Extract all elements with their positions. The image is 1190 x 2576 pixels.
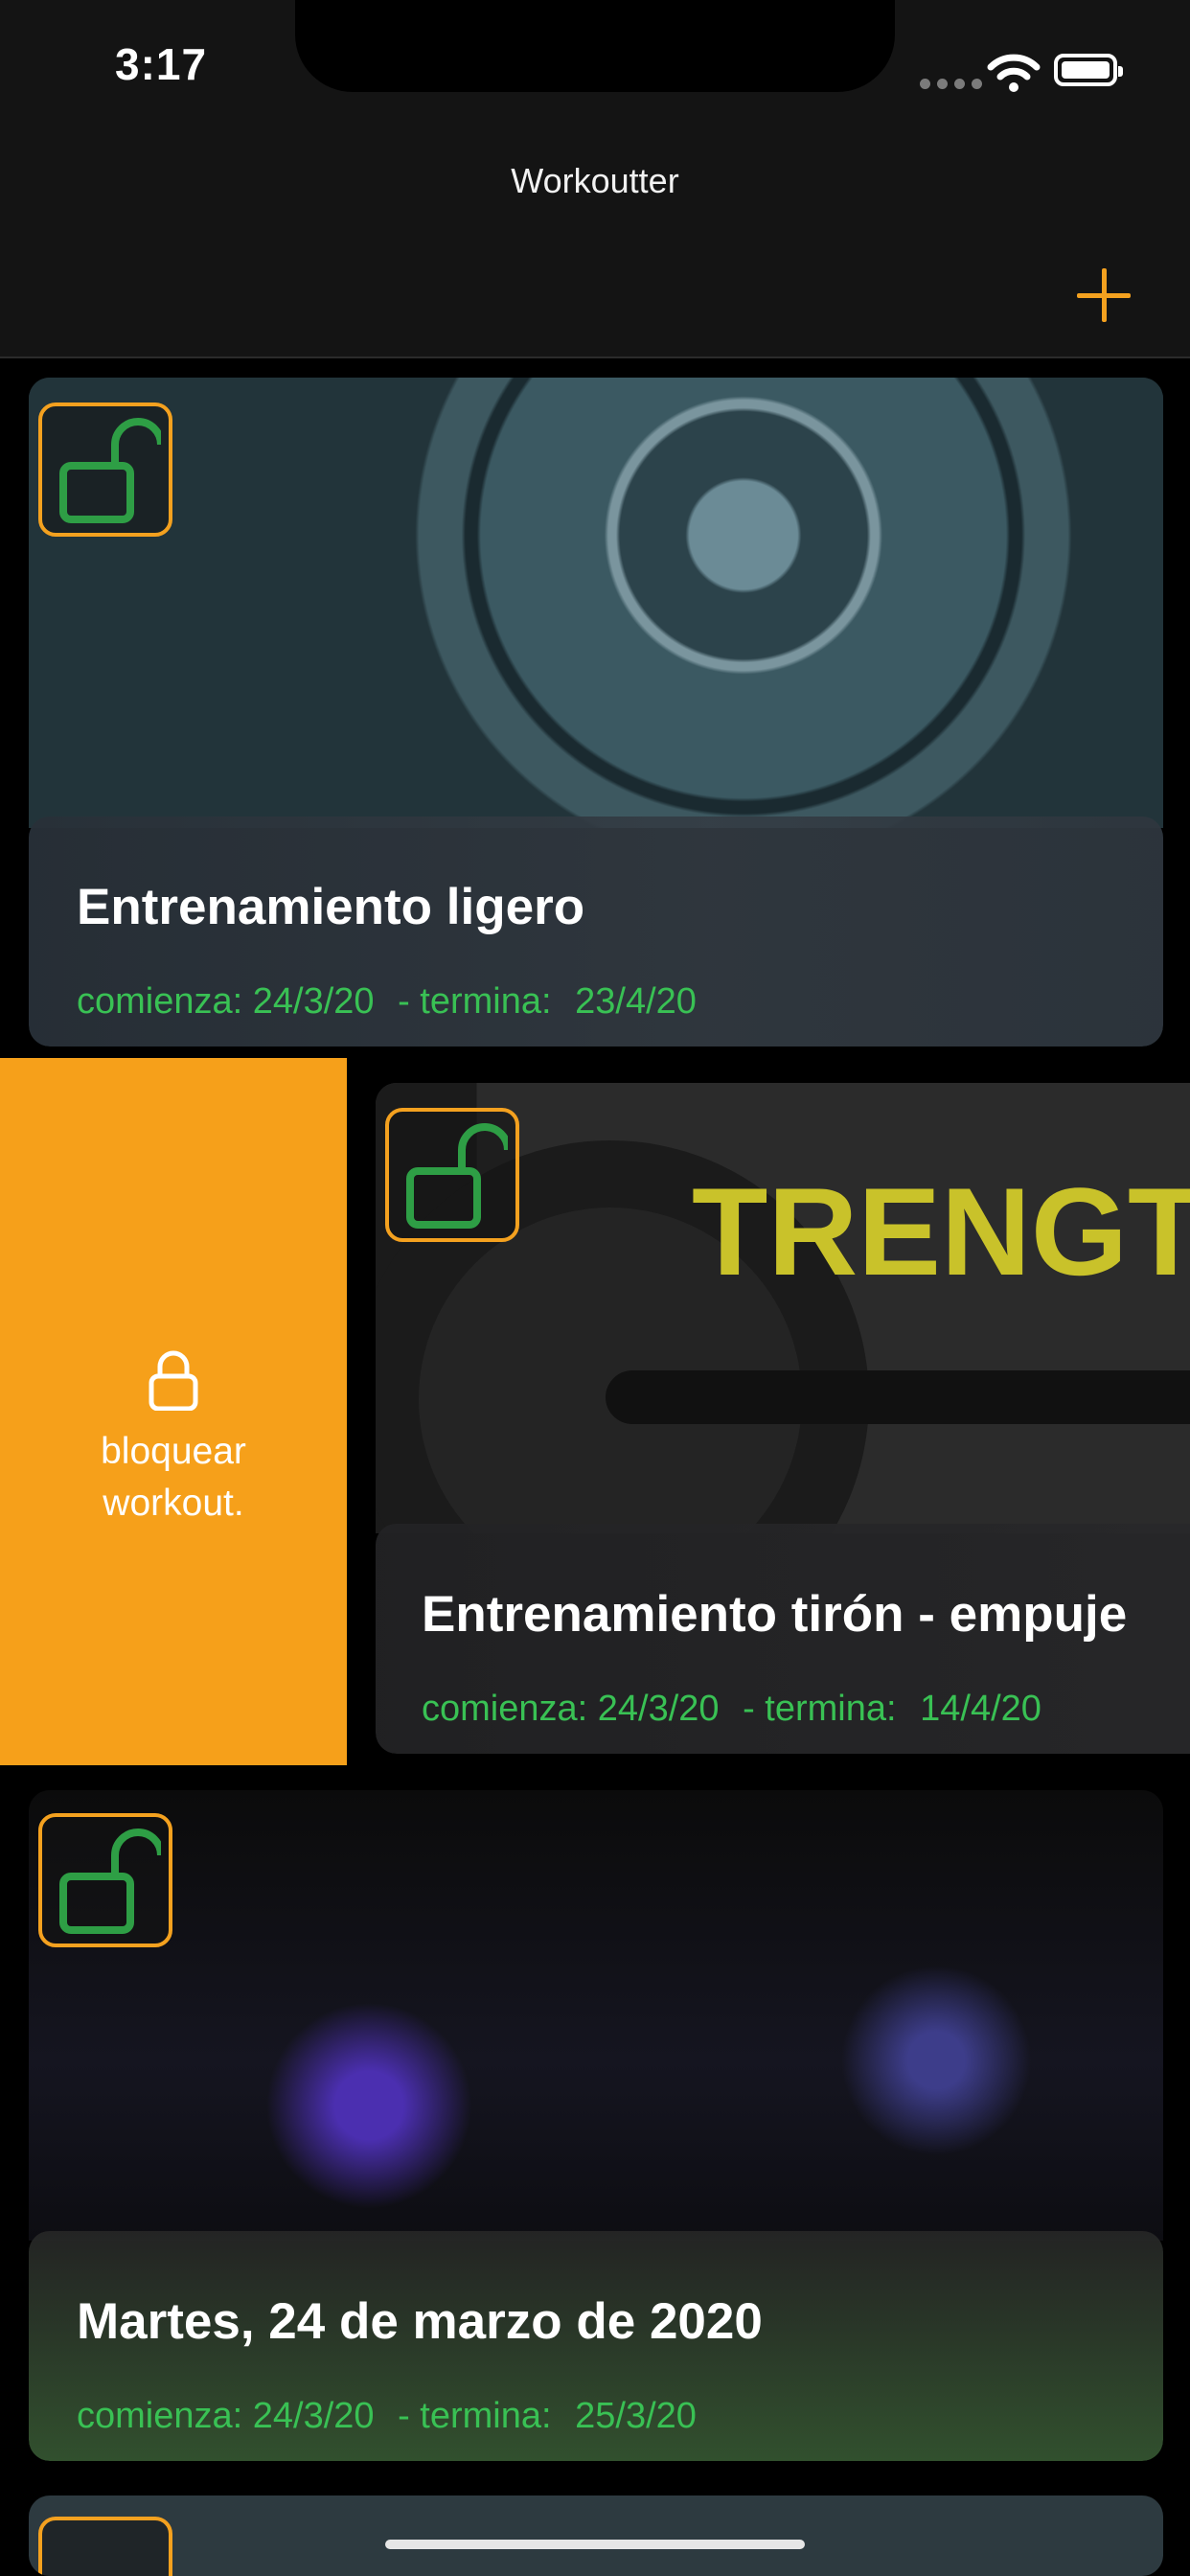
home-indicator[interactable] bbox=[385, 2540, 805, 2549]
app-screen: 3:17 Workoutter Entrenamiento ligero com… bbox=[0, 0, 1190, 2576]
gym-interior-photo bbox=[29, 1790, 1163, 2241]
lock-toggle-button[interactable] bbox=[38, 2517, 172, 2576]
end-date: 23/4/20 bbox=[575, 981, 697, 1022]
wifi-icon bbox=[987, 54, 1041, 92]
workout-title: Martes, 24 de marzo de 2020 bbox=[77, 2293, 763, 2350]
workout-info-panel: Martes, 24 de marzo de 2020 comienza: 24… bbox=[29, 2231, 1163, 2461]
page-title: Workoutter bbox=[511, 161, 679, 200]
workout-dates: comienza: 24/3/20 - termina: 25/3/20 bbox=[77, 2396, 710, 2437]
lock-label-line2: workout. bbox=[103, 1483, 244, 1524]
workout-card[interactable]: Martes, 24 de marzo de 2020 comienza: 24… bbox=[29, 1790, 1163, 2461]
lock-toggle-button[interactable] bbox=[385, 1108, 519, 1242]
end-date: 25/3/20 bbox=[575, 2396, 697, 2436]
lock-workout-swipe-action[interactable] bbox=[0, 1058, 347, 1765]
svg-text:TRENGTH: TRENGTH bbox=[692, 1162, 1190, 1301]
workout-dates: comienza: 24/3/20 - termina: 23/4/20 bbox=[77, 981, 710, 1023]
lock-toggle-button[interactable] bbox=[38, 402, 172, 537]
add-workout-button[interactable] bbox=[1075, 266, 1133, 324]
workout-info-panel: Entrenamiento ligero comienza: 24/3/20 -… bbox=[29, 816, 1163, 1046]
end-label: - termina: bbox=[398, 2396, 552, 2436]
lock-label-line1: bloquear bbox=[101, 1431, 246, 1472]
unlocked-padlock-icon bbox=[59, 418, 161, 523]
battery-icon bbox=[1054, 54, 1123, 86]
workout-info-panel: Entrenamiento tirón - empuje comienza: 2… bbox=[376, 1524, 1190, 1754]
weight-plate-photo bbox=[29, 378, 1163, 828]
end-date: 14/4/20 bbox=[920, 1689, 1041, 1729]
start-date: comienza: 24/3/20 bbox=[77, 2396, 375, 2436]
workout-card[interactable]: TRENGTH Entrenamiento tirón - empuje com… bbox=[376, 1083, 1190, 1754]
cellular-signal-icon bbox=[920, 79, 982, 89]
end-label: - termina: bbox=[743, 1689, 897, 1729]
workout-card[interactable]: Entrenamiento ligero comienza: 24/3/20 -… bbox=[29, 378, 1163, 1046]
lock-toggle-button[interactable] bbox=[38, 1813, 172, 1947]
lock-workout-label: bloquear workout. bbox=[0, 1426, 347, 1530]
workout-title: Entrenamiento ligero bbox=[77, 879, 585, 935]
start-date: comienza: 24/3/20 bbox=[422, 1689, 720, 1729]
lock-icon bbox=[149, 1350, 198, 1411]
start-date: comienza: 24/3/20 bbox=[77, 981, 375, 1022]
workout-card[interactable] bbox=[29, 2496, 1163, 2576]
unlocked-padlock-icon bbox=[59, 1828, 161, 1934]
end-label: - termina: bbox=[398, 981, 552, 1022]
workout-dates: comienza: 24/3/20 - termina: 14/4/20 bbox=[422, 1689, 1055, 1730]
device-notch bbox=[295, 0, 895, 92]
navigation-bar: 3:17 Workoutter bbox=[0, 0, 1190, 358]
workout-title: Entrenamiento tirón - empuje bbox=[422, 1586, 1128, 1643]
unlocked-padlock-icon bbox=[406, 1123, 508, 1229]
status-time: 3:17 bbox=[115, 39, 208, 89]
